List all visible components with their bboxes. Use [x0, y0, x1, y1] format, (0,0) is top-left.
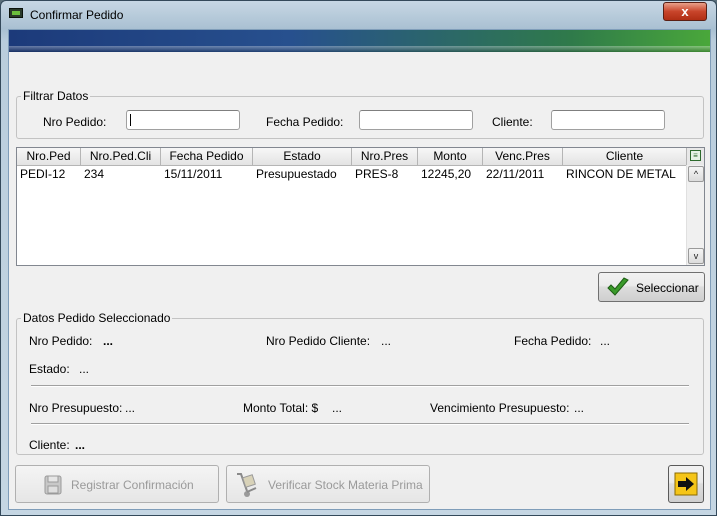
seleccionar-label: Seleccionar [636, 281, 699, 295]
table-cell: 234 [84, 167, 105, 181]
table-cell: 12245,20 [421, 167, 472, 181]
filter-legend: Filtrar Datos [23, 89, 89, 103]
filter-cliente-input[interactable] [551, 110, 665, 130]
scroll-down-button[interactable]: v [688, 248, 704, 264]
details-legend: Datos Pedido Seleccionado [23, 311, 171, 325]
divider [31, 385, 689, 387]
column-header[interactable]: Fecha Pedido [161, 148, 253, 165]
detail-fecha-pedido-label: Fecha Pedido: [514, 334, 592, 348]
detail-monto-total-label: Monto Total: $ [243, 401, 319, 415]
filter-fecha-pedido-label: Fecha Pedido: [266, 115, 344, 129]
filter-cliente-label: Cliente: [492, 115, 533, 129]
table-header: Nro.Ped Nro.Ped.Cli Fecha Pedido Estado … [17, 148, 686, 166]
detail-cliente-label: Cliente: [29, 438, 70, 452]
table-cell: Presupuestado [256, 167, 337, 181]
column-chooser-icon[interactable]: ≡ [686, 148, 704, 165]
close-button[interactable]: x [663, 2, 707, 21]
detail-nro-pedido-label: Nro Pedido: [29, 334, 93, 348]
table-cell: PEDI-12 [20, 167, 66, 181]
detail-monto-total-value: ... [332, 401, 343, 415]
verificar-stock-button[interactable]: Verificar Stock Materia Prima [226, 465, 430, 503]
detail-nro-presupuesto-value: ... [125, 401, 136, 415]
exit-arrow-icon [674, 472, 698, 496]
column-header[interactable]: Nro.Pres [352, 148, 418, 165]
detail-vencimiento-value: ... [574, 401, 585, 415]
detail-estado-label: Estado: [29, 362, 70, 376]
detail-nro-presupuesto-label: Nro Presupuesto: [29, 401, 123, 415]
table-cell: RINCON DE METAL [566, 167, 676, 181]
divider [31, 423, 689, 425]
detail-fecha-pedido-value: ... [600, 334, 611, 348]
column-header[interactable]: Estado [253, 148, 352, 165]
table-row[interactable]: PEDI-12 234 15/11/2011 Presupuestado PRE… [17, 166, 686, 182]
save-icon [44, 475, 62, 495]
table-cell: 22/11/2011 [486, 167, 545, 181]
window-title: Confirmar Pedido [30, 8, 124, 22]
detail-cliente-value: ... [75, 438, 86, 452]
column-header[interactable]: Nro.Ped [17, 148, 81, 165]
registrar-confirmacion-button[interactable]: Registrar Confirmación [15, 465, 219, 503]
column-header[interactable]: Nro.Ped.Cli [81, 148, 161, 165]
scroll-up-button[interactable]: ^ [688, 166, 704, 182]
hand-truck-icon [237, 473, 257, 497]
column-header[interactable]: Venc.Pres [483, 148, 563, 165]
details-group: Datos Pedido Seleccionado [16, 311, 704, 455]
app-icon [9, 8, 23, 18]
confirmar-pedido-window: Confirmar Pedido x Filtrar Datos Nro Ped… [0, 0, 717, 516]
filter-nro-pedido-label: Nro Pedido: [43, 115, 107, 129]
verificar-label: Verificar Stock Materia Prima [268, 478, 423, 492]
detail-estado-value: ... [79, 362, 90, 376]
pedidos-table[interactable]: Nro.Ped Nro.Ped.Cli Fecha Pedido Estado … [16, 147, 705, 266]
detail-nro-pedido-cliente-label: Nro Pedido Cliente: [266, 334, 371, 348]
column-header[interactable]: Cliente [563, 148, 686, 165]
title-bar[interactable]: Confirmar Pedido x [1, 1, 716, 29]
table-cell: PRES-8 [355, 167, 399, 181]
detail-vencimiento-label: Vencimiento Presupuesto: [430, 401, 570, 415]
detail-nro-pedido-value: ... [103, 334, 114, 348]
seleccionar-button[interactable]: Seleccionar [598, 272, 705, 302]
check-icon [607, 277, 629, 296]
header-banner [9, 30, 710, 52]
text-caret [130, 114, 131, 126]
client-area: Filtrar Datos Nro Pedido: Fecha Pedido: … [8, 29, 711, 510]
exit-button[interactable] [668, 465, 704, 503]
registrar-label: Registrar Confirmación [71, 478, 194, 492]
detail-nro-pedido-cliente-value: ... [381, 334, 392, 348]
vertical-scrollbar[interactable]: ^ v [686, 165, 704, 265]
filter-nro-pedido-input[interactable] [126, 110, 240, 130]
filter-fecha-pedido-input[interactable] [359, 110, 473, 130]
table-cell: 15/11/2011 [164, 167, 223, 181]
column-header[interactable]: Monto [418, 148, 483, 165]
